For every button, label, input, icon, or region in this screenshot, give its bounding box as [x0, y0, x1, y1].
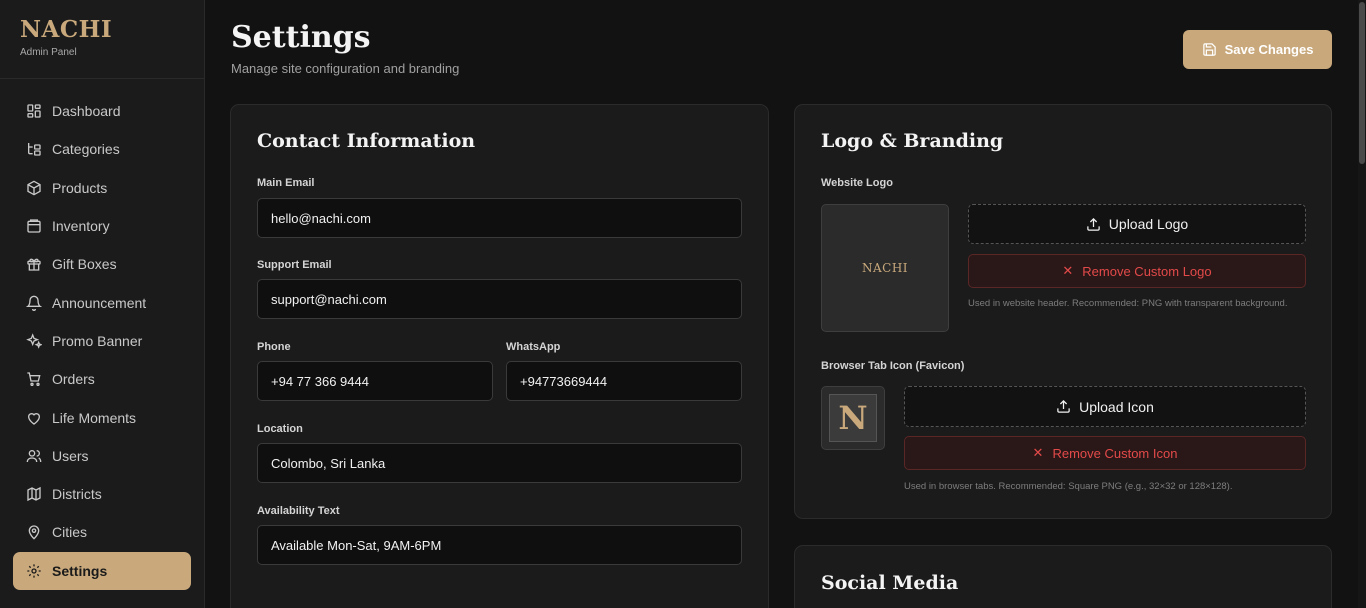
bell-icon — [26, 295, 42, 311]
brand-subtitle: Admin Panel — [20, 47, 77, 58]
favicon-label: Browser Tab Icon (Favicon) — [821, 360, 965, 372]
sidebar-item-label: Districts — [52, 486, 102, 503]
phone-label: Phone — [257, 341, 291, 353]
page-subtitle: Manage site configuration and branding — [231, 61, 460, 76]
gear-icon — [27, 564, 41, 578]
remove-custom-icon-button[interactable]: ✕ Remove Custom Icon — [904, 436, 1306, 470]
categories-icon — [28, 143, 41, 157]
sidebar-item-cities[interactable]: Cities — [13, 513, 191, 551]
sidebar-item-districts[interactable]: Districts — [13, 475, 191, 513]
sidebar-item-label: Settings — [52, 562, 108, 579]
archive-icon — [27, 219, 41, 233]
main-email-input[interactable] — [257, 198, 742, 238]
gift-icon — [27, 258, 41, 271]
whatsapp-input[interactable] — [506, 361, 742, 401]
sidebar-item-settings[interactable]: Settings — [13, 551, 191, 590]
sidebar-item-label: Dashboard — [52, 103, 121, 120]
sidebar-item-label: Promo Banner — [52, 332, 143, 349]
whatsapp-label: WhatsApp — [506, 341, 561, 353]
heart-icon — [27, 412, 41, 425]
dashboard-icon — [27, 104, 41, 118]
sidebar-item-categories[interactable]: Categories — [13, 130, 191, 168]
sidebar-item-announcement[interactable]: Announcement — [13, 283, 191, 321]
social-card-title: Social Media — [821, 572, 959, 594]
logo-hint: Used in website header. Recommended: PNG… — [968, 298, 1288, 309]
sidebar-item-dashboard[interactable]: Dashboard — [13, 92, 191, 130]
brand-logo[interactable]: NACHI — [20, 18, 184, 42]
availability-input[interactable] — [257, 525, 742, 565]
support-email-input[interactable] — [257, 279, 742, 319]
branding-card-title: Logo & Branding — [821, 130, 1004, 152]
close-icon: ✕ — [1032, 445, 1044, 460]
support-email-label: Support Email — [257, 259, 332, 271]
main-email-label: Main Email — [257, 177, 315, 189]
upload-logo-button[interactable]: Upload Logo — [968, 204, 1306, 244]
remove-custom-logo-button[interactable]: ✕ Remove Custom Logo — [968, 254, 1306, 288]
upload-icon-button[interactable]: Upload Icon — [904, 386, 1306, 427]
sidebar-item-orders[interactable]: Orders — [13, 360, 191, 398]
sidebar-item-promo-banner[interactable]: Promo Banner — [13, 322, 191, 360]
sidebar-nav: Dashboard Categories Products Inventory … — [13, 92, 191, 590]
scrollbar-thumb[interactable] — [1359, 2, 1365, 164]
sparkles-icon — [26, 333, 42, 349]
users-icon — [26, 449, 42, 462]
website-logo-label: Website Logo — [821, 177, 893, 189]
availability-label: Availability Text — [257, 505, 340, 517]
sidebar-item-products[interactable]: Products — [13, 169, 191, 207]
upload-icon-label: Upload Icon — [1079, 398, 1154, 415]
logo-preview: NACHI — [821, 204, 949, 332]
remove-icon-label: Remove Custom Icon — [1052, 445, 1178, 461]
sidebar-item-label: Categories — [52, 141, 120, 158]
favicon-hint: Used in browser tabs. Recommended: Squar… — [904, 481, 1233, 492]
page-title: Settings — [231, 20, 371, 55]
save-icon — [1202, 43, 1216, 56]
sidebar-item-label: Inventory — [52, 218, 110, 235]
sidebar-item-label: Cities — [52, 524, 88, 541]
brand: NACHI Admin Panel — [0, 0, 204, 79]
save-changes-label: Save Changes — [1224, 42, 1314, 57]
page-scrollbar[interactable] — [1358, 0, 1366, 608]
save-changes-button[interactable]: Save Changes — [1183, 30, 1332, 69]
contact-card-title: Contact Information — [257, 130, 476, 152]
sidebar-item-label: Products — [52, 179, 108, 196]
location-label: Location — [257, 423, 303, 435]
sidebar-item-label: Life Moments — [52, 409, 137, 426]
remove-logo-label: Remove Custom Logo — [1082, 263, 1212, 279]
favicon-letter: N — [829, 394, 877, 442]
sidebar-item-users[interactable]: Users — [13, 437, 191, 475]
sidebar-item-life-moments[interactable]: Life Moments — [13, 398, 191, 436]
close-icon: ✕ — [1062, 263, 1074, 278]
sidebar-item-gift-boxes[interactable]: Gift Boxes — [13, 245, 191, 283]
map-icon — [27, 487, 41, 502]
upload-icon — [1087, 217, 1100, 231]
sidebar-item-label: Announcement — [52, 294, 147, 311]
logo-preview-text: NACHI — [861, 261, 909, 275]
cart-icon — [27, 372, 41, 387]
sidebar-item-label: Users — [52, 447, 89, 464]
map-pin-icon — [28, 525, 40, 540]
sidebar-item-inventory[interactable]: Inventory — [13, 207, 191, 245]
box-icon — [27, 180, 41, 196]
upload-icon — [1057, 399, 1070, 413]
sidebar-item-label: Gift Boxes — [52, 256, 117, 273]
location-input[interactable] — [257, 443, 742, 483]
sidebar-item-label: Orders — [52, 371, 95, 388]
sidebar: NACHI Admin Panel Dashboard Categories P… — [0, 0, 205, 608]
phone-input[interactable] — [257, 361, 493, 401]
favicon-preview: N — [821, 386, 885, 450]
upload-logo-label: Upload Logo — [1108, 216, 1189, 232]
